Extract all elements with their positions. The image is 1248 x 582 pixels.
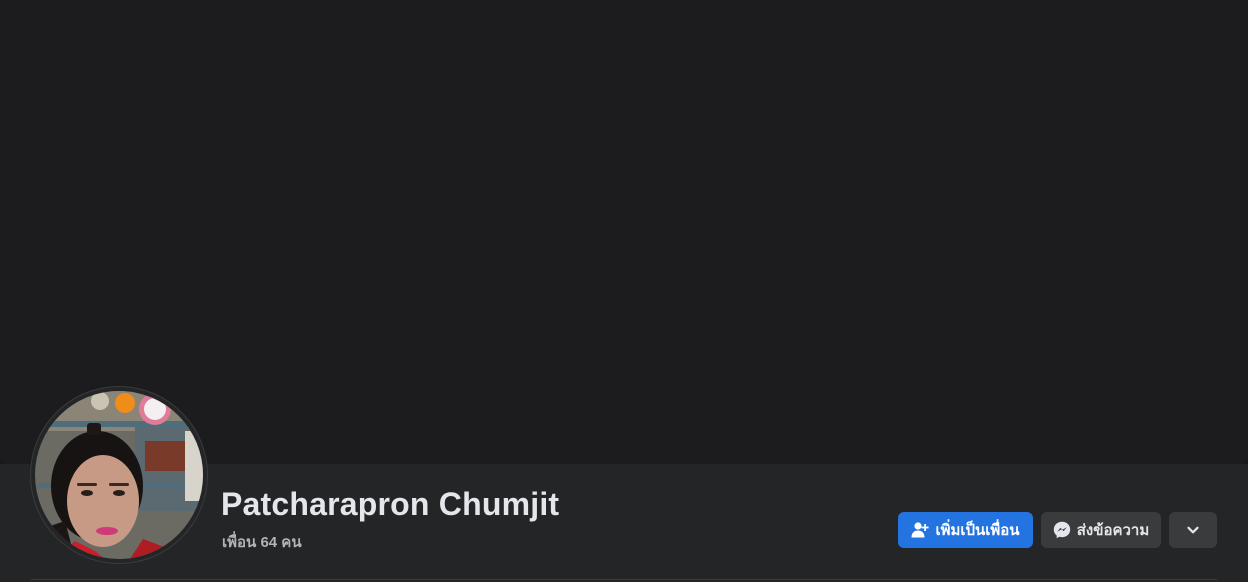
add-friend-button[interactable]: เพิ่มเป็นเพื่อน [898,512,1033,548]
header-divider [31,579,1217,580]
cover-photo[interactable] [0,0,1248,464]
add-friend-label: เพิ่มเป็นเพื่อน [935,522,1020,539]
friends-count[interactable]: เพื่อน 64 คน [222,530,302,554]
more-options-button[interactable] [1169,512,1217,548]
avatar[interactable] [35,391,203,559]
chevron-down-icon [1186,523,1200,537]
avatar-photo [35,391,203,559]
add-friend-icon [911,521,930,539]
profile-name: Patcharapron Chumjit [221,486,560,522]
message-button[interactable]: ส่งข้อความ [1041,512,1161,548]
profile-page: Patcharapron Chumjit เพื่อน 64 คน เพิ่มเ… [0,0,1248,582]
messenger-icon [1053,521,1071,539]
message-label: ส่งข้อความ [1076,522,1150,539]
